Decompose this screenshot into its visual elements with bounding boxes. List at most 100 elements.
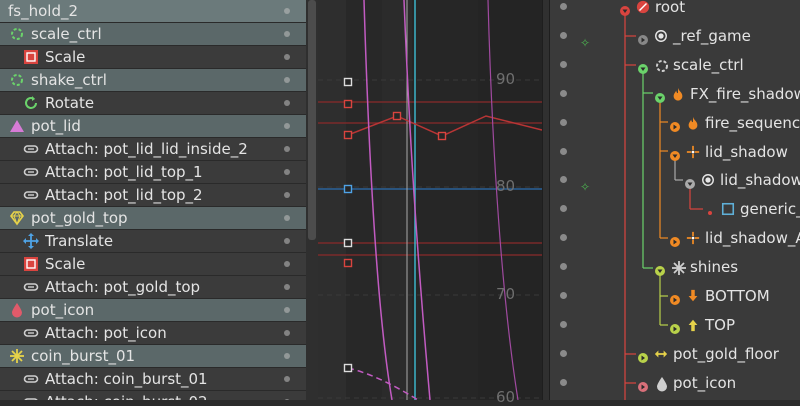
timeline-property-row[interactable]: Attach: pot_lid_top_1 [0, 161, 318, 184]
visibility-dot-icon[interactable] [284, 238, 290, 244]
tree-node[interactable]: BOTTOM [670, 284, 770, 308]
visibility-dot-icon[interactable] [284, 31, 290, 37]
tree-node[interactable]: lid_shadow [670, 140, 788, 164]
visibility-dot-icon[interactable] [284, 8, 290, 14]
tree-node-label: pot_gold_floor [673, 344, 779, 363]
scrollbar-thumb[interactable] [308, 0, 316, 240]
timeline-row-panel: fs_hold_2 scale_ctrl Scale shake_ctrl Rotate… [0, 0, 318, 400]
timeline-property-row[interactable]: Attach: coin_burst_01 [0, 368, 318, 391]
timeline-bone-row[interactable]: shake_ctrl [0, 69, 318, 92]
timeline-bone-row[interactable]: pot_gold_top [0, 207, 318, 230]
visibility-eye-icon[interactable] [560, 320, 567, 328]
visibility-dot-icon[interactable] [284, 192, 290, 198]
visibility-dot-icon[interactable] [284, 376, 290, 382]
keyframe-handle [343, 238, 353, 248]
timeline-bone-row[interactable]: coin_burst_01 [0, 345, 318, 368]
visibility-dot-icon[interactable] [284, 330, 290, 336]
timeline-bone-row[interactable]: pot_icon [0, 299, 318, 322]
visibility-eye-icon[interactable] [560, 60, 567, 68]
visibility-dot-icon[interactable] [284, 261, 290, 267]
visibility-dot-icon[interactable] [284, 307, 290, 313]
expand-toggle-icon[interactable] [655, 262, 665, 277]
expand-toggle-icon[interactable] [670, 147, 680, 161]
visibility-dot-icon[interactable] [284, 215, 290, 221]
timeline-bone-row[interactable]: pot_lid [0, 115, 318, 138]
tree-node[interactable]: fire_sequence [670, 111, 800, 135]
visibility-dot-icon[interactable] [284, 123, 290, 129]
keyframe-handle [343, 77, 353, 87]
timeline-property-row[interactable]: Attach: pot_lid_lid_inside_2 [0, 138, 318, 161]
tree-node-label: lid_shadow [720, 171, 800, 190]
attach-icon [23, 164, 39, 180]
tree-node[interactable]: generic_g [705, 197, 800, 221]
timeline-property-row[interactable]: Scale [0, 46, 318, 69]
visibility-eye-icon[interactable] [560, 378, 567, 386]
collapse-toggle-icon[interactable] [638, 349, 648, 363]
timeline-property-row[interactable]: Scale [0, 253, 318, 276]
bone-icon [654, 58, 668, 72]
key-icon: ✧ [580, 180, 591, 194]
keyframe-handle [392, 111, 402, 121]
visibility-dot-icon[interactable] [284, 353, 290, 359]
tree-node-label: FX_fire_shadow [690, 84, 800, 103]
timeline-property-row[interactable]: Attach: coin_burst_02 [0, 391, 318, 400]
visibility-eye-icon[interactable] [560, 292, 567, 299]
collapse-toggle-icon[interactable] [670, 233, 680, 248]
attach-icon [23, 325, 39, 341]
tree-node[interactable]: TOP [670, 313, 735, 337]
attach-icon [23, 394, 39, 400]
row-label: fs_hold_2 [8, 2, 79, 20]
timeline-property-row[interactable]: Attach: pot_lid_top_2 [0, 184, 318, 207]
visibility-eye-icon[interactable] [560, 349, 567, 357]
arrow-up-icon [686, 318, 700, 332]
visibility-dot-icon[interactable] [284, 77, 290, 83]
visibility-dot-icon[interactable] [284, 54, 290, 60]
collapse-toggle-icon[interactable] [638, 378, 648, 392]
visibility-dot-icon[interactable] [284, 284, 290, 290]
timeline-property-row[interactable]: Attach: pot_gold_top [0, 276, 318, 299]
collapse-toggle-icon[interactable] [670, 291, 680, 305]
row-label: pot_gold_top [31, 209, 128, 227]
tree-node[interactable]: pot_icon [638, 371, 736, 395]
collapse-toggle-icon[interactable] [670, 118, 680, 132]
panel-splitter[interactable] [542, 0, 550, 400]
collapse-toggle-icon[interactable] [670, 320, 680, 334]
curve-graph[interactable]: 90 80 70 60 [318, 0, 542, 406]
tree-node[interactable]: pot_gold_floor [638, 342, 779, 366]
collapse-toggle-icon[interactable] [638, 31, 648, 45]
visibility-dot-icon[interactable] [284, 100, 290, 106]
expand-toggle-icon[interactable] [685, 175, 695, 190]
double-arrow-icon [654, 347, 668, 361]
tree-node[interactable]: lid_shadow [685, 168, 800, 192]
visibility-eye-icon[interactable] [560, 3, 567, 10]
tree-node[interactable]: lid_shadow_A [670, 226, 800, 250]
expand-toggle-icon[interactable] [638, 60, 648, 74]
expand-toggle-icon[interactable] [655, 89, 665, 103]
arrow-down-icon [686, 289, 700, 303]
visibility-eye-icon[interactable] [560, 147, 567, 155]
visibility-eye-icon[interactable] [560, 89, 567, 97]
tree-node[interactable]: shines [655, 255, 738, 279]
tree-node[interactable]: root [620, 0, 685, 19]
visibility-eye-icon[interactable] [560, 118, 567, 126]
tree-node[interactable]: _ref_game [638, 24, 751, 48]
expand-toggle-icon[interactable] [620, 2, 630, 16]
row-label: Attach: pot_gold_top [45, 278, 201, 296]
timeline-scrollbar[interactable] [306, 0, 318, 400]
timeline-bone-row[interactable]: scale_ctrl [0, 23, 318, 46]
timeline-bone-row[interactable]: fs_hold_2 [0, 0, 318, 23]
translate-icon [23, 233, 39, 249]
curve-canvas[interactable] [318, 0, 542, 400]
timeline-property-row[interactable]: Attach: pot_icon [0, 322, 318, 345]
star-icon [671, 260, 686, 276]
visibility-dot-icon[interactable] [284, 146, 290, 152]
tree-node[interactable]: scale_ctrl [638, 53, 744, 77]
hierarchy-tree: root _ref_game scale_ctrl FX_fire_shadowfir… [550, 0, 800, 400]
timeline-property-row[interactable]: Rotate [0, 92, 318, 115]
tree-node-label: lid_shadow_A [705, 229, 800, 248]
row-label: Attach: coin_burst_01 [45, 370, 208, 388]
timeline-property-row[interactable]: Translate [0, 230, 318, 253]
visibility-dot-icon[interactable] [284, 169, 290, 175]
tree-node[interactable]: FX_fire_shadow [655, 82, 800, 106]
visibility-eye-icon[interactable] [560, 31, 567, 39]
